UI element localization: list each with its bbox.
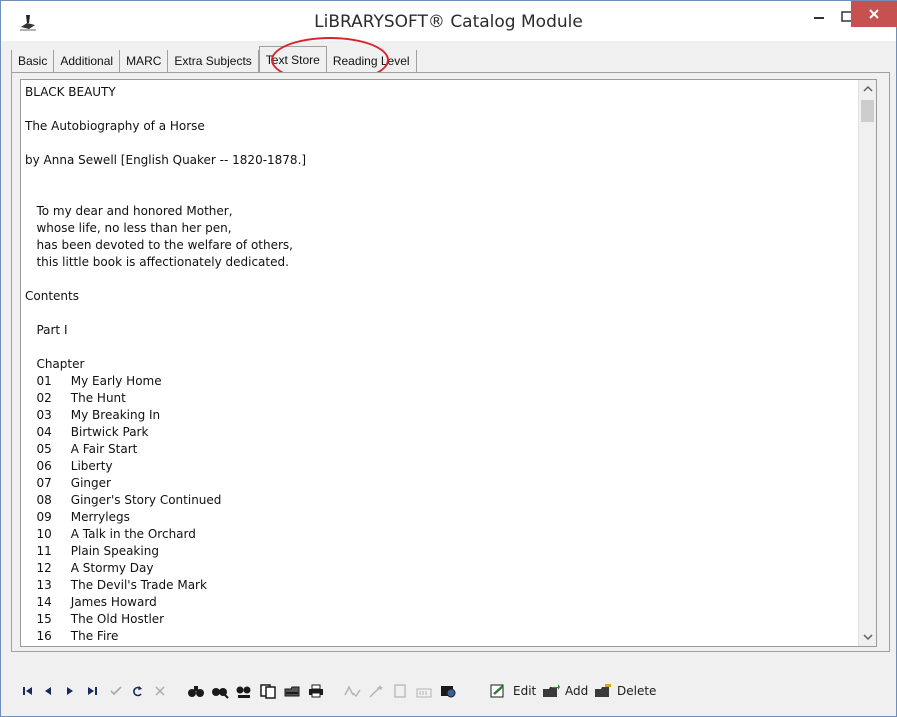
spell-check-button [343, 682, 361, 700]
add-button[interactable]: Add [541, 682, 588, 700]
close-button[interactable] [851, 1, 897, 27]
scroll-up-button[interactable] [859, 80, 876, 97]
first-record-icon [23, 687, 32, 695]
copy-button[interactable] [259, 682, 277, 700]
cancel-button [153, 682, 167, 700]
text-store-textarea[interactable]: BLACK BEAUTY The Autobiography of a Hors… [20, 79, 877, 647]
sort-find-button[interactable] [235, 682, 253, 700]
binoculars-next-icon [212, 688, 229, 699]
find-button[interactable] [187, 682, 205, 700]
print-button[interactable] [307, 682, 325, 700]
find-next-button[interactable] [211, 682, 229, 700]
binoculars-icon [188, 686, 204, 697]
folder-stack-icon [284, 686, 300, 697]
image-search-icon [441, 686, 456, 698]
document-button [391, 682, 409, 700]
edit-button[interactable]: Edit [489, 682, 536, 700]
scroll-down-button[interactable] [859, 629, 876, 646]
refresh-button[interactable] [131, 682, 145, 700]
chevron-up-icon [862, 85, 873, 92]
first-record-button[interactable] [21, 682, 35, 700]
add-label: Add [565, 684, 589, 698]
tab-additional[interactable]: Additional [54, 50, 121, 72]
x-icon [155, 686, 165, 696]
add-folder-icon [543, 684, 560, 697]
image-search-button[interactable] [439, 682, 457, 700]
barcode-button [415, 682, 433, 700]
last-record-button[interactable] [85, 682, 99, 700]
catalog-window: LiBRARYSOFT® Catalog Module Basic Additi… [0, 0, 897, 717]
edit-label: Edit [513, 684, 537, 698]
printer-icon [309, 684, 323, 698]
copy-pages-icon [260, 684, 276, 699]
save-record-button [109, 682, 123, 700]
magic-wand-icon [369, 685, 383, 698]
edit-icon [490, 684, 504, 698]
text-store-panel: BLACK BEAUTY The Autobiography of a Hors… [11, 72, 890, 652]
minimize-icon [814, 17, 824, 19]
magic-wand-button [367, 682, 385, 700]
binoculars-sort-icon [236, 686, 251, 698]
delete-button[interactable]: Delete [593, 682, 656, 700]
document-icon [394, 684, 406, 698]
text-store-content: BLACK BEAUTY The Autobiography of a Hors… [25, 85, 307, 643]
vertical-scrollbar[interactable] [858, 80, 876, 646]
tab-extra-subjects[interactable]: Extra Subjects [168, 50, 259, 72]
previous-record-button[interactable] [41, 682, 55, 700]
last-record-icon [88, 687, 97, 695]
title-bar: LiBRARYSOFT® Catalog Module [1, 1, 897, 41]
refresh-icon [133, 686, 142, 697]
delete-folder-icon [595, 684, 611, 697]
window-title: LiBRARYSOFT® Catalog Module [314, 12, 583, 32]
scrollbar-thumb[interactable] [861, 100, 874, 122]
next-record-icon [67, 687, 73, 695]
barcode-icon [416, 688, 432, 698]
minimize-button[interactable] [801, 1, 837, 29]
chevron-down-icon [862, 634, 873, 641]
delete-label: Delete [617, 684, 657, 698]
previous-record-icon [45, 687, 51, 695]
folder-button[interactable] [283, 682, 301, 700]
next-record-button[interactable] [63, 682, 77, 700]
tab-basic[interactable]: Basic [11, 50, 55, 72]
spell-check-icon [344, 685, 361, 698]
close-icon [869, 9, 879, 19]
checkmark-icon [110, 686, 122, 696]
tab-marc[interactable]: MARC [120, 50, 169, 72]
